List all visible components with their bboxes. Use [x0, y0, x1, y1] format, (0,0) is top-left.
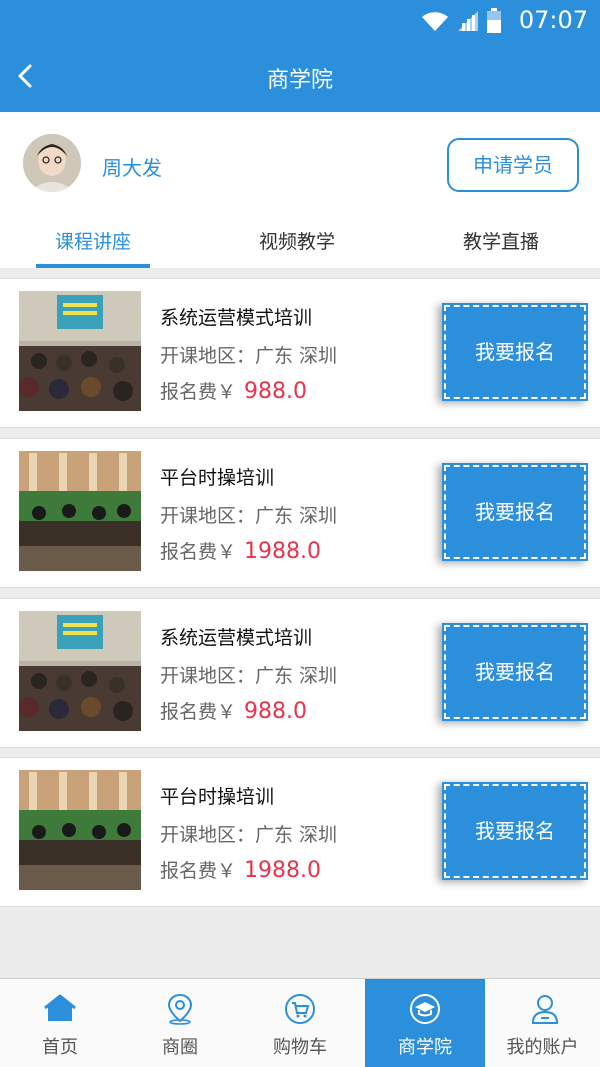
course-title: 系统运营模式培训 [160, 627, 313, 649]
meeting-photo-image [19, 770, 141, 890]
lecture-photo-image [19, 611, 141, 731]
course-title: 平台时操培训 [160, 467, 275, 489]
course-item[interactable]: 平台时操培训 开课地区：广东 深圳 报名费￥ 1988.0 我要报名 [0, 438, 600, 588]
cart-icon [285, 994, 315, 1024]
page-title: 商学院 [266, 68, 333, 93]
tabbar-cart[interactable]: 购物车 [240, 979, 360, 1067]
avatar-image [23, 134, 81, 192]
course-title: 系统运营模式培训 [160, 307, 313, 329]
course-item[interactable]: 平台时操培训 开课地区：广东 深圳 报名费￥ 1988.0 我要报名 [0, 757, 600, 907]
course-thumbnail [19, 291, 141, 411]
lecture-photo-image [19, 291, 141, 411]
course-title: 平台时操培训 [160, 786, 275, 808]
user-icon [531, 995, 559, 1024]
course-fee: 报名费￥ 988.0 [160, 697, 307, 724]
graduation-cap-icon [410, 994, 440, 1024]
battery-icon [487, 8, 501, 33]
course-region: 开课地区：广东 深圳 [160, 665, 338, 687]
wifi-icon [422, 12, 448, 32]
course-price: 988.0 [244, 699, 307, 724]
tabbar-home[interactable]: 首页 [0, 979, 120, 1067]
course-item[interactable]: 系统运营模式培训 开课地区：广东 深圳 报名费￥ 988.0 我要报名 [0, 598, 600, 748]
tab-course-lectures[interactable]: 课程讲座 [36, 224, 150, 268]
nav-bar: 商学院 [0, 40, 600, 112]
course-region: 开课地区：广东 深圳 [160, 345, 338, 367]
signup-button[interactable]: 我要报名 [442, 463, 588, 561]
bottom-tab-bar: 首页 商圈 购物车 商学院 我的账户 [0, 978, 600, 1067]
course-thumbnail [19, 451, 141, 571]
course-region: 开课地区：广东 深圳 [160, 824, 338, 846]
status-bar: 07:07 [0, 0, 600, 40]
status-icons [420, 8, 502, 34]
tabbar-label: 我的账户 [506, 1037, 579, 1058]
fee-label: 报名费￥ [160, 541, 237, 563]
course-fee: 报名费￥ 1988.0 [160, 537, 321, 564]
tabbar-business-circle[interactable]: 商圈 [120, 979, 240, 1067]
course-price: 1988.0 [244, 858, 321, 883]
status-time: 07:07 [518, 6, 588, 34]
tabbar-label: 购物车 [273, 1037, 327, 1058]
tab-label: 视频教学 [258, 231, 335, 253]
signup-button[interactable]: 我要报名 [442, 623, 588, 721]
tab-label: 教学直播 [462, 231, 539, 253]
avatar[interactable] [23, 134, 81, 192]
username[interactable]: 周大发 [102, 152, 162, 181]
course-fee: 报名费￥ 1988.0 [160, 856, 321, 883]
tabbar-label: 首页 [42, 1037, 78, 1058]
signup-button[interactable]: 我要报名 [442, 782, 588, 880]
location-pin-icon [167, 993, 193, 1025]
tabbar-label: 商圈 [162, 1037, 198, 1058]
apply-student-button[interactable]: 申请学员 [447, 138, 579, 192]
tab-bar-top: 课程讲座 视频教学 教学直播 [0, 224, 600, 268]
profile-header: 周大发 申请学员 课程讲座 视频教学 教学直播 [0, 112, 600, 268]
course-item[interactable]: 系统运营模式培训 开课地区：广东 深圳 报名费￥ 988.0 我要报名 [0, 278, 600, 428]
course-thumbnail [19, 611, 141, 731]
tab-video-teaching[interactable]: 视频教学 [240, 224, 354, 268]
tabbar-my-account[interactable]: 我的账户 [485, 979, 600, 1067]
fee-label: 报名费￥ [160, 860, 237, 882]
fee-label: 报名费￥ [160, 701, 237, 723]
tabbar-label: 商学院 [398, 1037, 452, 1058]
tab-active-indicator [36, 264, 150, 268]
course-region: 开课地区：广东 深圳 [160, 505, 338, 527]
course-thumbnail [19, 770, 141, 890]
meeting-photo-image [19, 451, 141, 571]
fee-label: 报名费￥ [160, 381, 237, 403]
tab-label: 课程讲座 [54, 231, 131, 253]
tabbar-business-school[interactable]: 商学院 [365, 979, 485, 1067]
course-fee: 报名费￥ 988.0 [160, 377, 307, 404]
signal-icon [458, 11, 478, 31]
course-price: 1988.0 [244, 539, 321, 564]
home-icon [44, 994, 76, 1021]
signup-button[interactable]: 我要报名 [442, 303, 588, 401]
tab-live-teaching[interactable]: 教学直播 [444, 224, 558, 268]
course-price: 988.0 [244, 379, 307, 404]
